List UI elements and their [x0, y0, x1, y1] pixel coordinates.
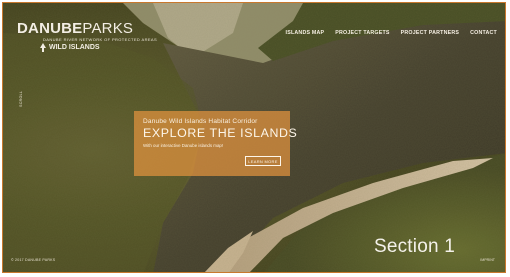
logo-tagline: DANUBE RIVER NETWORK OF PROTECTED AREAS [43, 37, 158, 42]
logo-sub-label: WILD ISLANDS [49, 44, 100, 51]
hero-headline: EXPLORE THE ISLANDS [143, 126, 298, 140]
hero-eyebrow: Danube Wild Islands Habitat Corridor [143, 118, 258, 125]
nav-project-targets[interactable]: PROJECT TARGETS [335, 30, 389, 36]
main-navigation: ISLANDS MAP PROJECT TARGETS PROJECT PART… [286, 30, 497, 36]
hero-card: Danube Wild Islands Habitat Corridor EXP… [134, 111, 298, 176]
logo-wordmark: DANUBE PARKS [17, 21, 157, 36]
logo-subtitle: WILD ISLANDS [39, 43, 157, 52]
imprint-link[interactable]: IMPRINT [480, 258, 495, 262]
copyright-text: © 2017 DANUBE PARKS [11, 258, 56, 262]
learn-more-button[interactable]: LEARN MORE [245, 156, 281, 166]
logo-brand-part2: PARKS [82, 20, 134, 37]
nav-project-partners[interactable]: PROJECT PARTNERS [401, 30, 459, 36]
logo-brand-part1: DANUBE [17, 20, 83, 37]
tree-icon [40, 43, 46, 52]
page-frame: DANUBE PARKS DANUBE RIVER NETWORK OF PROT… [2, 2, 506, 273]
danube-parks-logo[interactable]: DANUBE PARKS DANUBE RIVER NETWORK OF PROT… [17, 21, 157, 52]
nav-contact[interactable]: CONTACT [470, 30, 497, 36]
scroll-indicator[interactable]: SCROLL [19, 91, 23, 107]
nav-islands-map[interactable]: ISLANDS MAP [286, 30, 325, 36]
section-label: Section 1 [373, 236, 455, 257]
hero-caption: With our interactive Danube islands map! [143, 143, 224, 148]
